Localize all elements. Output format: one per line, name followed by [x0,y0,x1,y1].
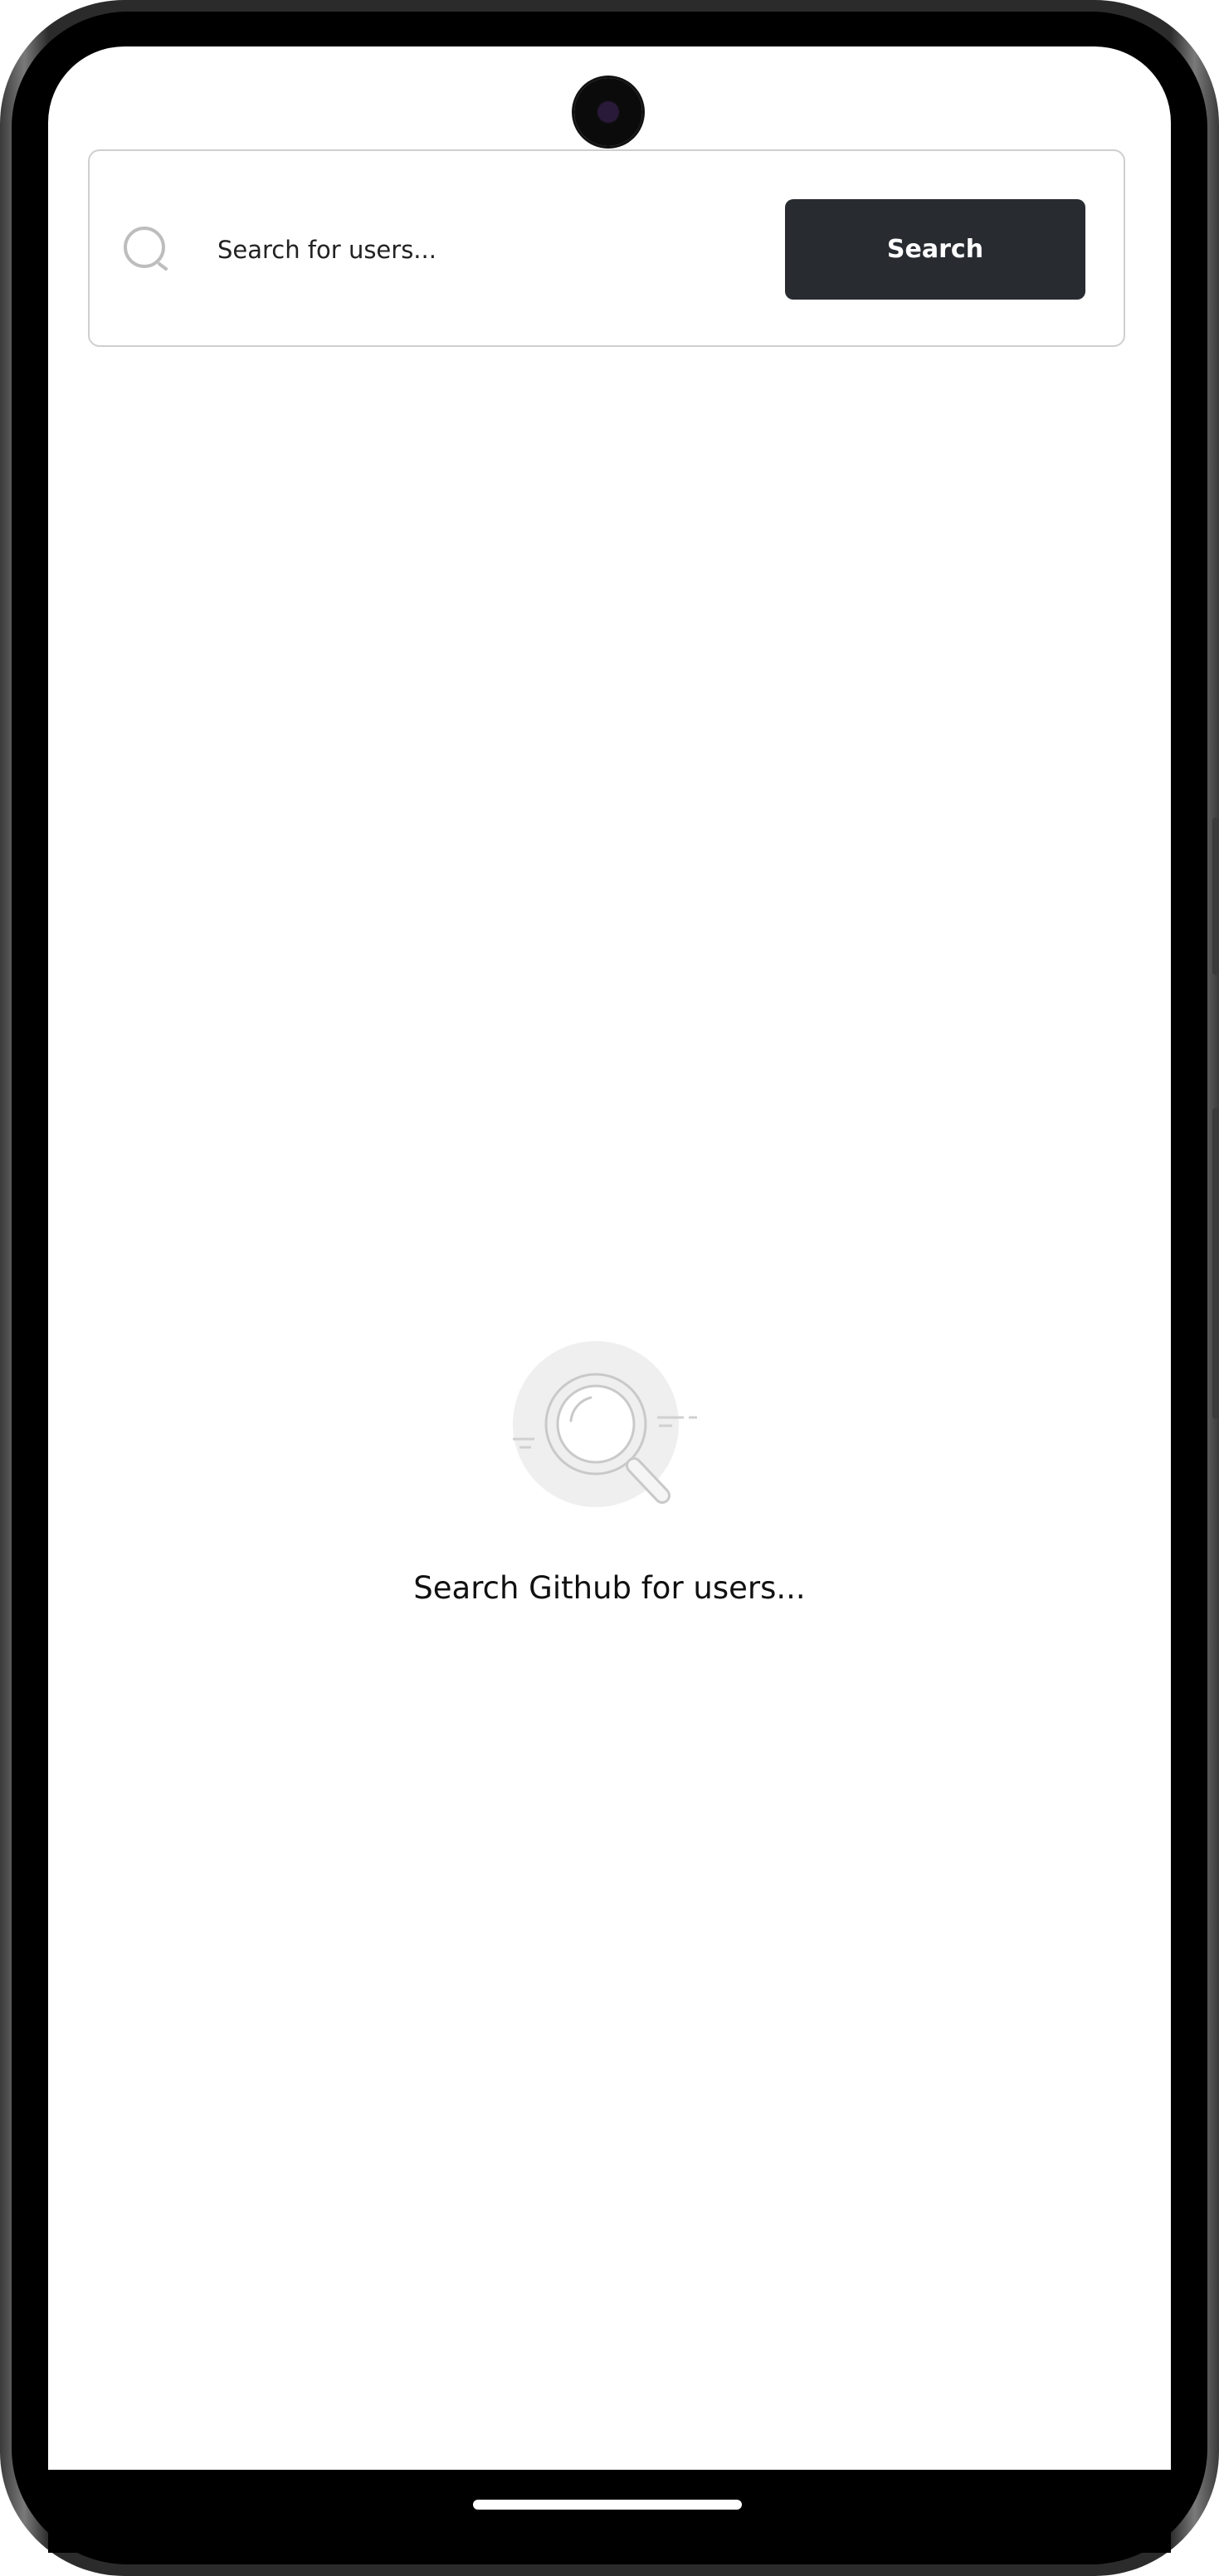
empty-state: Search Github for users... [48,1291,1171,1690]
power-button [1212,1108,1219,1419]
volume-button [1212,817,1219,975]
app-screen: Search Search Github for users... [48,46,1171,2470]
home-indicator[interactable] [473,2500,742,2510]
empty-state-message: Search Github for users... [413,1570,806,1606]
search-input[interactable] [216,217,730,282]
front-camera [574,78,642,146]
search-icon [124,227,168,271]
search-bar: Search [88,149,1125,347]
search-button[interactable]: Search [785,199,1085,300]
navigation-bar [48,2470,1171,2553]
magnifier-illustration-icon [513,1341,697,1507]
